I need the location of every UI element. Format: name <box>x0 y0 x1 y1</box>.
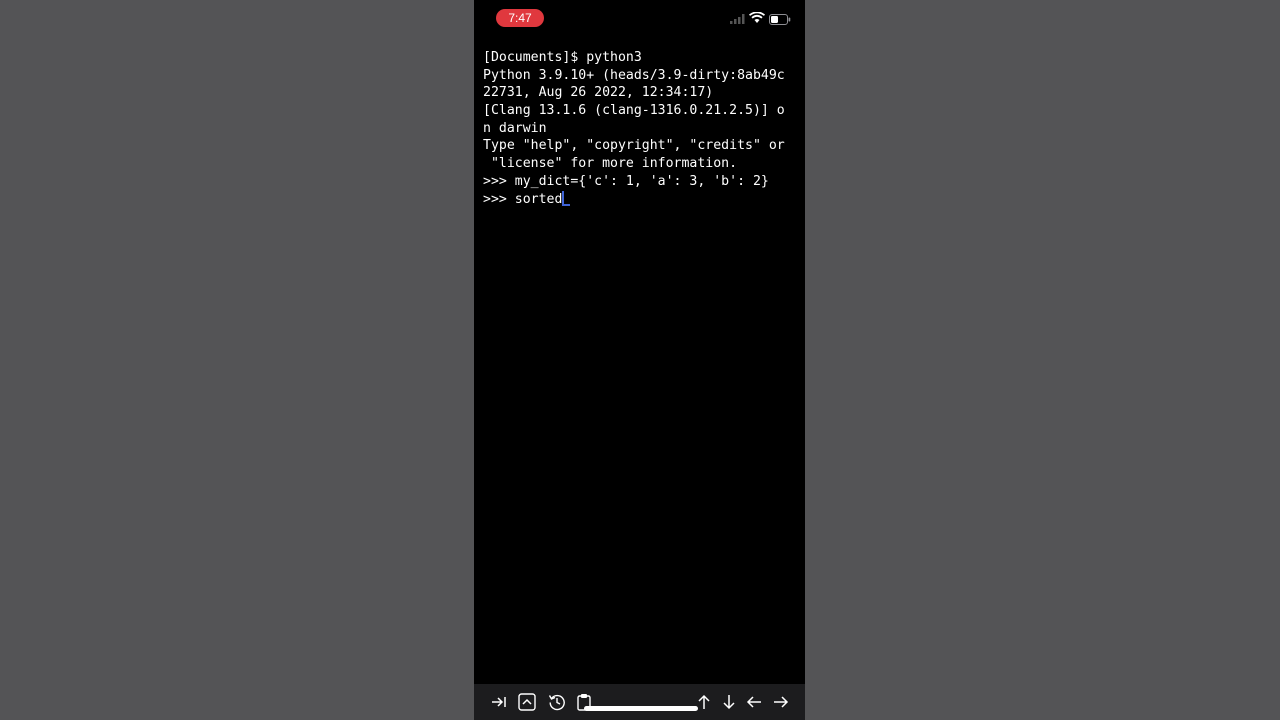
terminal-input-text[interactable]: >>> sorted <box>483 192 562 207</box>
terminal-line: [Clang 13.1.6 (clang-1316.0.21.2.5)] o <box>483 103 785 119</box>
wifi-icon <box>749 12 765 23</box>
phone-screen: 7:47 [Documents]$ python3 Python 3.9.10+ … <box>474 0 805 720</box>
terminal-line: [Documents]$ python3 <box>483 50 642 65</box>
terminal-input-line[interactable]: >>> sorted <box>483 190 798 209</box>
terminal-line: Python 3.9.10+ (heads/3.9-dirty:8ab49c <box>483 67 785 83</box>
status-time[interactable]: 7:47 <box>496 9 544 27</box>
terminal-line: 22731, Aug 26 2022, 12:34:17) <box>483 85 714 101</box>
control-key-button[interactable] <box>515 684 539 720</box>
history-icon <box>548 694 565 711</box>
signal-icon <box>730 14 745 24</box>
tab-key-button[interactable] <box>487 684 511 720</box>
terminal-line: >>> my_dict={'c': 1, 'a': 3, 'b': 2} <box>483 173 769 189</box>
terminal-line: Type "help", "copyright", "credits" or <box>483 138 785 154</box>
arrow-right-icon <box>774 696 789 708</box>
status-bar: 7:47 <box>474 0 805 36</box>
arrow-down-icon <box>723 695 735 710</box>
arrow-right-key-button[interactable] <box>769 684 793 720</box>
arrow-left-icon <box>746 696 761 708</box>
history-key-button[interactable] <box>545 684 569 720</box>
control-icon <box>518 693 536 711</box>
arrow-down-key-button[interactable] <box>717 684 741 720</box>
arrow-left-key-button[interactable] <box>742 684 766 720</box>
arrow-up-icon <box>698 694 710 709</box>
home-indicator[interactable] <box>584 706 698 711</box>
tab-icon <box>492 697 506 707</box>
battery-icon <box>769 14 791 25</box>
paste-key-button[interactable] <box>573 684 597 720</box>
terminal-line: "license" for more information. <box>483 156 738 172</box>
arrow-up-key-button[interactable] <box>692 684 716 720</box>
keyboard-accessory-toolbar <box>474 684 805 720</box>
text-cursor <box>562 190 571 206</box>
terminal-line: n darwin <box>483 120 547 136</box>
terminal-output[interactable]: [Documents]$ python3 Python 3.9.10+ (head… <box>483 49 798 208</box>
